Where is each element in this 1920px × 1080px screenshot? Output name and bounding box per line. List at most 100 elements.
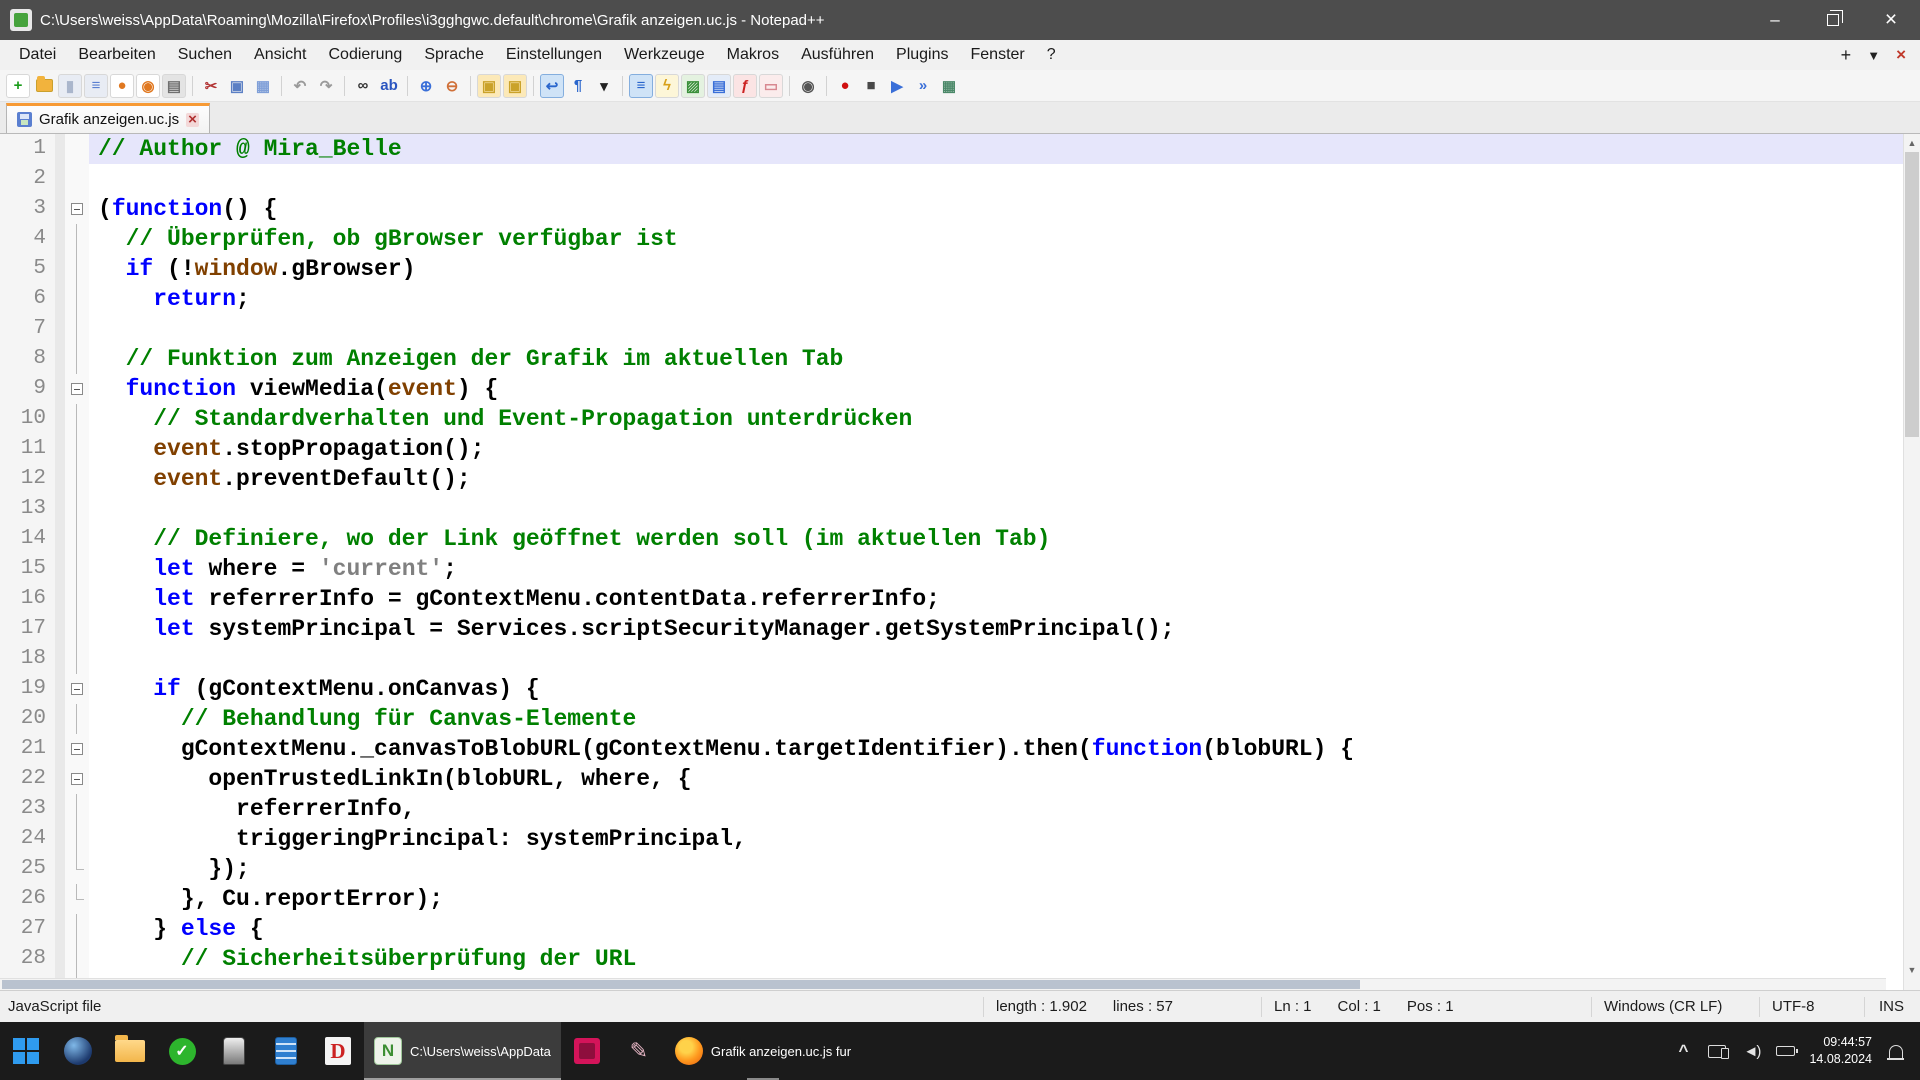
bookmark-margin[interactable] — [55, 944, 65, 974]
new-tab-plus-button[interactable]: + — [1841, 45, 1852, 66]
tab-grafik-anzeigen[interactable]: Grafik anzeigen.uc.js × — [6, 103, 210, 133]
code-text[interactable]: let where = 'current'; — [89, 554, 1903, 584]
fold-margin[interactable] — [65, 194, 89, 224]
save-all-icon[interactable]: ≡ — [84, 74, 108, 98]
taskbar-file-explorer[interactable] — [104, 1022, 156, 1080]
code-text[interactable]: // Sicherheitsüberprüfung der URL — [89, 944, 1903, 974]
bookmark-margin[interactable] — [55, 254, 65, 284]
bookmark-margin[interactable] — [55, 884, 65, 914]
code-text[interactable]: let systemPrincipal = Services.scriptSec… — [89, 614, 1903, 644]
toolbar-dropdown-icon[interactable]: ▾ — [592, 74, 616, 98]
bookmark-margin[interactable] — [55, 794, 65, 824]
code-text[interactable]: }, Cu.reportError); — [89, 884, 1903, 914]
code-text[interactable]: // Author @ Mira_Belle — [89, 134, 1903, 164]
bookmark-margin[interactable] — [55, 224, 65, 254]
vertical-scrollbar[interactable]: ▲ ▼ — [1903, 134, 1920, 990]
code-text[interactable]: referrerInfo, — [89, 794, 1903, 824]
bookmark-margin[interactable] — [55, 824, 65, 854]
status-insert-mode[interactable]: INS — [1864, 997, 1920, 1017]
bookmark-margin[interactable] — [55, 374, 65, 404]
hidden-icons-chevron[interactable]: ^ — [1673, 1041, 1693, 1061]
bookmark-margin[interactable] — [55, 284, 65, 314]
code-text[interactable]: // Standardverhalten und Event-Propagati… — [89, 404, 1903, 434]
taskbar-stylus-app[interactable]: ✎ — [613, 1022, 665, 1080]
copy-icon[interactable]: ▣ — [225, 74, 249, 98]
bookmark-margin[interactable] — [55, 494, 65, 524]
menu-?[interactable]: ? — [1036, 43, 1067, 67]
plugin-pdf-icon[interactable]: ƒ — [733, 74, 757, 98]
print-icon[interactable]: ▤ — [162, 74, 186, 98]
bookmark-margin[interactable] — [55, 314, 65, 344]
code-text[interactable]: (function() { — [89, 194, 1903, 224]
macro-record-icon[interactable]: ● — [833, 74, 857, 98]
tab-list-dropdown-icon[interactable]: ▼ — [1867, 48, 1880, 63]
sync-vertical-scroll-icon[interactable]: ▣ — [477, 74, 501, 98]
code-text[interactable]: triggeringPrincipal: systemPrincipal, — [89, 824, 1903, 854]
macro-play-icon[interactable]: ▶ — [885, 74, 909, 98]
taskbar-notebook-app[interactable] — [260, 1022, 312, 1080]
taskbar-clock[interactable]: 09:44:57 14.08.2024 — [1809, 1034, 1872, 1068]
zoom-in-icon[interactable]: ⊕ — [414, 74, 438, 98]
battery-icon[interactable] — [1775, 1046, 1795, 1056]
menu-einstellungen[interactable]: Einstellungen — [495, 43, 613, 67]
monitoring-eye-icon[interactable]: ◉ — [796, 74, 820, 98]
code-text[interactable] — [89, 644, 1903, 674]
fold-collapse-icon[interactable] — [71, 683, 83, 695]
paste-icon[interactable]: ▦ — [251, 74, 275, 98]
bookmark-margin[interactable] — [55, 464, 65, 494]
status-encoding[interactable]: UTF-8 — [1759, 997, 1864, 1017]
macro-run-multiple-icon[interactable]: » — [911, 74, 935, 98]
replace-icon[interactable]: ab — [377, 74, 401, 98]
vertical-scrollbar-thumb[interactable] — [1905, 152, 1919, 437]
horizontal-scrollbar-thumb[interactable] — [2, 980, 1360, 989]
plugin-lightning-icon[interactable]: ϟ — [655, 74, 679, 98]
bookmark-margin[interactable] — [55, 734, 65, 764]
taskbar-d-app[interactable]: D — [312, 1022, 364, 1080]
taskbar-green-check-app[interactable]: ✓ — [156, 1022, 208, 1080]
menu-suchen[interactable]: Suchen — [167, 43, 243, 67]
code-text[interactable] — [89, 494, 1903, 524]
taskbar-notepadpp-window-button[interactable]: N C:\Users\weiss\AppData — [364, 1022, 561, 1080]
code-text[interactable]: let referrerInfo = gContextMenu.contentD… — [89, 584, 1903, 614]
menu-sprache[interactable]: Sprache — [413, 43, 495, 67]
code-text[interactable]: if (!window.gBrowser) — [89, 254, 1903, 284]
bookmark-margin[interactable] — [55, 614, 65, 644]
code-text[interactable] — [89, 164, 1903, 194]
redo-icon[interactable]: ↷ — [314, 74, 338, 98]
fold-margin[interactable] — [65, 374, 89, 404]
code-text[interactable]: event.preventDefault(); — [89, 464, 1903, 494]
taskbar-red-chip-app[interactable] — [561, 1022, 613, 1080]
bookmark-margin[interactable] — [55, 554, 65, 584]
taskbar-browser-orb-app[interactable] — [52, 1022, 104, 1080]
code-text[interactable]: return; — [89, 284, 1903, 314]
bookmark-margin[interactable] — [55, 524, 65, 554]
code-text[interactable]: if (gContextMenu.onCanvas) { — [89, 674, 1903, 704]
taskbar-firefox-window-button[interactable]: Grafik anzeigen.uc.js fur — [665, 1022, 861, 1080]
bookmark-margin[interactable] — [55, 854, 65, 884]
bookmark-margin[interactable] — [55, 134, 65, 164]
notifications-bell-icon[interactable] — [1886, 1045, 1906, 1058]
plugin-docs-icon[interactable]: ▤ — [707, 74, 731, 98]
fold-margin[interactable] — [65, 674, 89, 704]
find-icon[interactable]: ∞ — [351, 74, 375, 98]
code-text[interactable]: // Behandlung für Canvas-Elemente — [89, 704, 1903, 734]
scroll-up-arrow[interactable]: ▲ — [1904, 134, 1920, 151]
plugin-map-icon[interactable]: ▨ — [681, 74, 705, 98]
word-wrap-icon[interactable]: ↩ — [540, 74, 564, 98]
cut-icon[interactable]: ✂ — [199, 74, 223, 98]
menu-plugins[interactable]: Plugins — [885, 43, 959, 67]
function-list-icon[interactable]: ≡ — [629, 74, 653, 98]
menu-makros[interactable]: Makros — [716, 43, 790, 67]
save-file-icon[interactable]: ▮ — [58, 74, 82, 98]
display-icon[interactable] — [1707, 1045, 1727, 1058]
open-file-icon[interactable] — [32, 74, 56, 98]
close-file-icon[interactable]: ● — [110, 74, 134, 98]
menu-werkzeuge[interactable]: Werkzeuge — [613, 43, 716, 67]
fold-collapse-icon[interactable] — [71, 383, 83, 395]
code-text[interactable]: // Definiere, wo der Link geöffnet werde… — [89, 524, 1903, 554]
tab-close-icon[interactable]: × — [186, 113, 199, 127]
bookmark-margin[interactable] — [55, 914, 65, 944]
minimize-button[interactable]: – — [1746, 0, 1804, 40]
close-all-icon[interactable]: ◉ — [136, 74, 160, 98]
close-button[interactable]: × — [1862, 0, 1920, 40]
